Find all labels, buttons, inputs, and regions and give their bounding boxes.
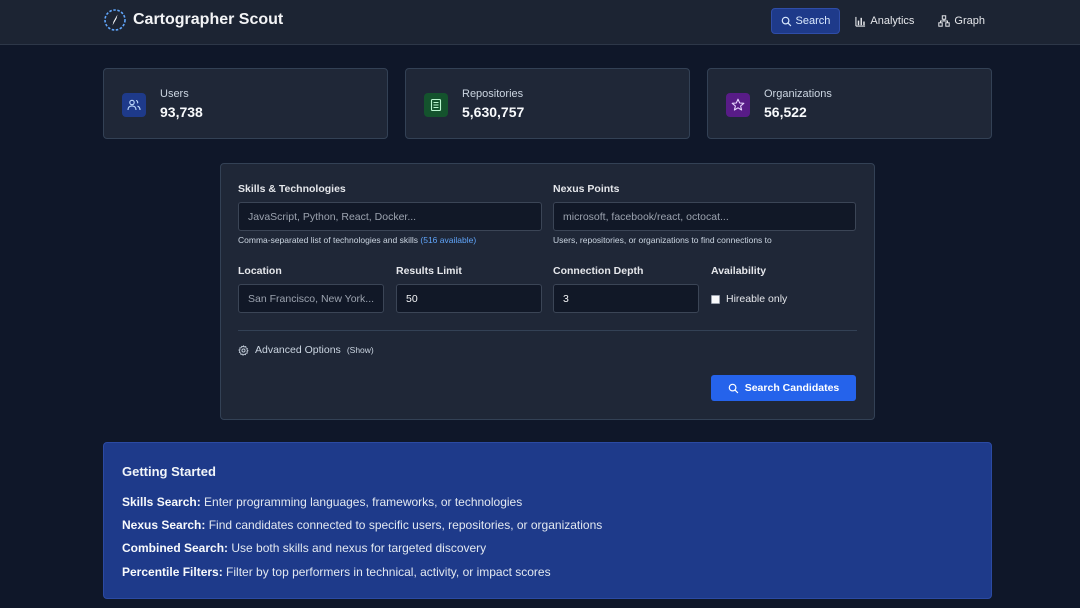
guide-item-combined: Combined Search: Use both skills and nex…	[122, 541, 486, 555]
nav-graph-label: Graph	[954, 15, 985, 27]
users-icon	[122, 93, 146, 117]
nav-analytics[interactable]: Analytics	[846, 8, 923, 34]
skills-label: Skills & Technologies	[238, 183, 346, 195]
nav-graph[interactable]: Graph	[929, 8, 994, 34]
guide-term: Skills Search:	[122, 495, 201, 509]
connection-depth-input[interactable]	[553, 284, 699, 313]
advanced-options-toggle[interactable]: Advanced Options (Show)	[238, 344, 374, 356]
getting-started-title: Getting Started	[122, 464, 216, 479]
compass-icon	[104, 9, 126, 31]
skills-hint-text: Comma-separated list of technologies and…	[238, 235, 419, 245]
stat-value: 56,522	[764, 104, 807, 120]
guide-term: Nexus Search:	[122, 518, 206, 532]
guide-term: Combined Search:	[122, 541, 229, 555]
availability-label: Availability	[711, 265, 767, 277]
stat-value: 5,630,757	[462, 104, 525, 120]
connection-depth-label: Connection Depth	[553, 265, 644, 277]
app-title: Cartographer Scout	[133, 11, 284, 28]
search-form: Skills & Technologies Comma-separated li…	[220, 163, 875, 420]
nav-search-label: Search	[795, 15, 831, 27]
gear-icon	[238, 344, 249, 356]
divider	[238, 330, 857, 331]
guide-text: Find candidates connected to specific us…	[205, 518, 603, 532]
guide-item-percentile: Percentile Filters: Filter by top perfor…	[122, 565, 551, 579]
star-icon	[726, 93, 750, 117]
skills-input[interactable]	[238, 202, 542, 231]
getting-started-panel: Getting Started Skills Search: Enter pro…	[103, 442, 992, 599]
top-navigation-bar: Cartographer Scout Search Analytics Grap…	[0, 0, 1080, 45]
bar-chart-icon	[855, 16, 866, 27]
nexus-hint: Users, repositories, or organizations to…	[553, 235, 772, 245]
guide-item-skills: Skills Search: Enter programming languag…	[122, 495, 522, 509]
guide-text: Enter programming languages, frameworks,…	[200, 495, 523, 509]
guide-text: Filter by top performers in technical, a…	[222, 565, 551, 579]
location-input[interactable]	[238, 284, 384, 313]
nav-search[interactable]: Search	[770, 8, 841, 34]
results-limit-input[interactable]	[396, 284, 542, 313]
main-nav: Search Analytics Graph	[765, 8, 994, 34]
search-candidates-label: Search Candidates	[744, 382, 840, 394]
skills-hint: Comma-separated list of technologies and…	[238, 235, 476, 245]
guide-text: Use both skills and nexus for targeted d…	[228, 541, 487, 555]
guide-term: Percentile Filters:	[122, 565, 223, 579]
repository-icon	[424, 93, 448, 117]
stat-card-users: Users 93,738	[103, 68, 388, 139]
guide-item-nexus: Nexus Search: Find candidates connected …	[122, 518, 602, 532]
nav-analytics-label: Analytics	[870, 15, 915, 27]
hireable-only-checkbox[interactable]	[711, 294, 720, 304]
skills-available-link[interactable]: (516 available)	[420, 235, 476, 245]
advanced-options-label: Advanced Options	[255, 344, 341, 356]
nexus-label: Nexus Points	[553, 183, 620, 195]
location-label: Location	[238, 265, 282, 277]
search-icon	[728, 383, 739, 393]
results-limit-label: Results Limit	[396, 265, 462, 277]
graph-icon	[938, 15, 951, 27]
advanced-options-show[interactable]: (Show)	[347, 345, 374, 355]
hireable-only-label: Hireable only	[726, 293, 788, 305]
stat-card-organizations: Organizations 56,522	[707, 68, 992, 139]
hireable-only-option[interactable]: Hireable only	[711, 293, 787, 305]
stat-label: Users	[160, 88, 189, 100]
stat-value: 93,738	[160, 104, 203, 120]
search-candidates-button[interactable]: Search Candidates	[711, 375, 856, 401]
nexus-input[interactable]	[553, 202, 856, 231]
stat-label: Organizations	[764, 88, 832, 100]
search-icon	[781, 16, 791, 26]
stat-label: Repositories	[462, 88, 524, 100]
stat-card-repositories: Repositories 5,630,757	[405, 68, 690, 139]
brand[interactable]: Cartographer Scout	[103, 8, 283, 32]
